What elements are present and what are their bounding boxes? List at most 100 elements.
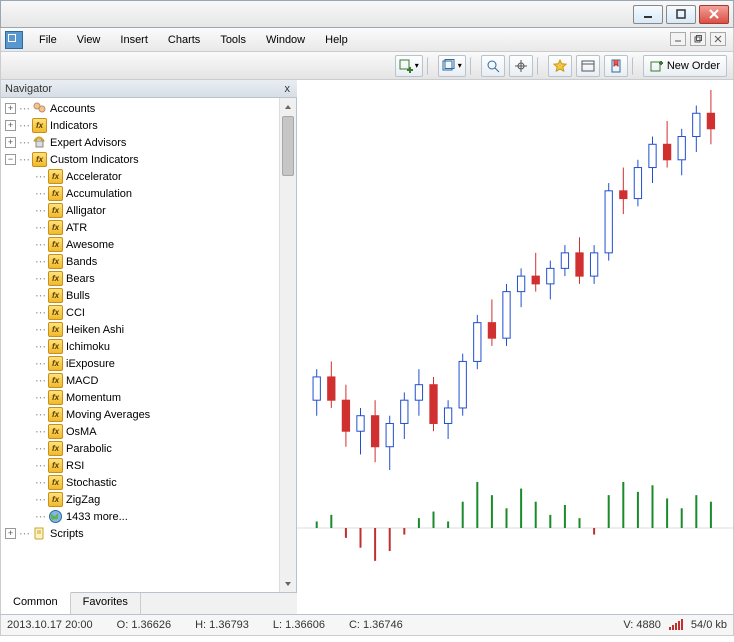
tree-item-ichimoku[interactable]: ⋯fxIchimoku <box>3 338 278 355</box>
scrollbar-up-button[interactable] <box>280 98 296 115</box>
tree-item-awesome[interactable]: ⋯fxAwesome <box>3 236 278 253</box>
new-order-icon <box>650 59 664 73</box>
tree-item-parabolic[interactable]: ⋯fxParabolic <box>3 440 278 457</box>
tree-accounts[interactable]: +⋯Accounts <box>3 100 278 117</box>
menu-file[interactable]: File <box>29 31 67 49</box>
tree-item-moving-averages[interactable]: ⋯fxMoving Averages <box>3 406 278 423</box>
toolbar-window-button[interactable] <box>576 55 600 77</box>
toolbar: ▾ ▾ New Order <box>0 52 734 80</box>
tree-expert-advisors[interactable]: +⋯Expert Advisors <box>3 134 278 151</box>
toolbar-separator <box>632 57 639 75</box>
expand-icon[interactable]: + <box>5 103 16 114</box>
expand-icon[interactable]: + <box>5 120 16 131</box>
tree-label: Alligator <box>66 205 106 217</box>
toolbar-add-button[interactable]: ▾ <box>395 55 423 77</box>
toolbar-separator <box>427 57 434 75</box>
tree-item-osma[interactable]: ⋯fxOsMA <box>3 423 278 440</box>
fx-icon: fx <box>48 390 63 405</box>
tree-label: Momentum <box>66 392 121 404</box>
tree-item-rsi[interactable]: ⋯fxRSI <box>3 457 278 474</box>
expand-icon[interactable]: + <box>5 528 16 539</box>
tree-custom-indicators[interactable]: −⋯fxCustom Indicators <box>3 151 278 168</box>
navigator-body: +⋯Accounts+⋯fxIndicators+⋯Expert Advisor… <box>1 98 297 592</box>
tree-item-momentum[interactable]: ⋯fxMomentum <box>3 389 278 406</box>
mdi-minimize-button[interactable] <box>670 32 686 46</box>
menu-help[interactable]: Help <box>315 31 358 49</box>
mdi-close-button[interactable] <box>710 32 726 46</box>
tree-label: iExposure <box>66 358 115 370</box>
tree-item-macd[interactable]: ⋯fxMACD <box>3 372 278 389</box>
tree-item-iexposure[interactable]: ⋯fxiExposure <box>3 355 278 372</box>
tree-indicators[interactable]: +⋯fxIndicators <box>3 117 278 134</box>
tree-label: RSI <box>66 460 84 472</box>
scrollbar-down-button[interactable] <box>280 575 296 592</box>
window-minimize-button[interactable] <box>633 5 663 24</box>
tree-label: Indicators <box>50 120 98 132</box>
tree-item-accumulation[interactable]: ⋯fxAccumulation <box>3 185 278 202</box>
navigator-scrollbar[interactable] <box>279 98 296 592</box>
fx-icon: fx <box>48 237 63 252</box>
fx-icon: fx <box>48 492 63 507</box>
tree-item-atr[interactable]: ⋯fxATR <box>3 219 278 236</box>
tab-favorites[interactable]: Favorites <box>71 593 141 614</box>
tree-label: 1433 more... <box>66 511 128 523</box>
tab-common[interactable]: Common <box>1 592 71 614</box>
fx-icon: fx <box>48 441 63 456</box>
scrollbar-thumb[interactable] <box>282 116 294 176</box>
tree-item-bulls[interactable]: ⋯fxBulls <box>3 287 278 304</box>
status-net: 54/0 kb <box>691 619 727 631</box>
tree-item-bands[interactable]: ⋯fxBands <box>3 253 278 270</box>
navigator-tabs: Common Favorites <box>1 592 297 614</box>
mdi-restore-button[interactable] <box>690 32 706 46</box>
tree-item-alligator[interactable]: ⋯fxAlligator <box>3 202 278 219</box>
navigator-close-button[interactable]: x <box>282 83 294 95</box>
fx-icon: fx <box>48 373 63 388</box>
toolbar-favorite-button[interactable] <box>548 55 572 77</box>
tree-label: Bands <box>66 256 97 268</box>
tree-label: MACD <box>66 375 98 387</box>
toolbar-crosshair-button[interactable] <box>509 55 533 77</box>
toolbar-profile-button[interactable]: ▾ <box>438 55 466 77</box>
window-maximize-button[interactable] <box>666 5 696 24</box>
fx-icon: fx <box>48 271 63 286</box>
fx-icon: fx <box>32 118 47 133</box>
toolbar-new-order-button[interactable]: New Order <box>643 55 727 77</box>
window-titlebar <box>0 0 734 28</box>
toolbar-zoom-button[interactable] <box>481 55 505 77</box>
toolbar-bookmark-button[interactable] <box>604 55 628 77</box>
tree-label: ATR <box>66 222 87 234</box>
script-icon <box>32 526 47 541</box>
tree-label: Accounts <box>50 103 95 115</box>
menu-insert[interactable]: Insert <box>110 31 158 49</box>
status-open: O: 1.36626 <box>117 619 171 631</box>
window-close-button[interactable] <box>699 5 729 24</box>
tree-label: Heiken Ashi <box>66 324 124 336</box>
fx-icon: fx <box>48 475 63 490</box>
navigator-tree[interactable]: +⋯Accounts+⋯fxIndicators+⋯Expert Advisor… <box>1 98 278 592</box>
menu-tools[interactable]: Tools <box>210 31 256 49</box>
fx-icon: fx <box>48 288 63 303</box>
tree-more[interactable]: ⋯1433 more... <box>3 508 278 525</box>
tree-item-cci[interactable]: ⋯fxCCI <box>3 304 278 321</box>
menu-window[interactable]: Window <box>256 31 315 49</box>
tree-label: CCI <box>66 307 85 319</box>
tree-item-heiken-ashi[interactable]: ⋯fxHeiken Ashi <box>3 321 278 338</box>
new-order-label: New Order <box>667 60 720 72</box>
fx-icon: fx <box>32 152 47 167</box>
tree-item-stochastic[interactable]: ⋯fxStochastic <box>3 474 278 491</box>
tree-label: Expert Advisors <box>50 137 126 149</box>
tree-item-bears[interactable]: ⋯fxBears <box>3 270 278 287</box>
collapse-icon[interactable]: − <box>5 154 16 165</box>
expand-icon[interactable]: + <box>5 137 16 148</box>
tree-label: OsMA <box>66 426 97 438</box>
menu-view[interactable]: View <box>67 31 111 49</box>
chart-area[interactable]: Edit Indicator fx AC properties... Delet… <box>297 80 733 614</box>
menu-charts[interactable]: Charts <box>158 31 210 49</box>
indicator-histogram <box>297 478 733 588</box>
tree-item-accelerator[interactable]: ⋯fxAccelerator <box>3 168 278 185</box>
status-high: H: 1.36793 <box>195 619 249 631</box>
tree-label: Bears <box>66 273 95 285</box>
toolbar-separator <box>470 57 477 75</box>
tree-scripts[interactable]: +⋯Scripts <box>3 525 278 542</box>
tree-item-zigzag[interactable]: ⋯fxZigZag <box>3 491 278 508</box>
